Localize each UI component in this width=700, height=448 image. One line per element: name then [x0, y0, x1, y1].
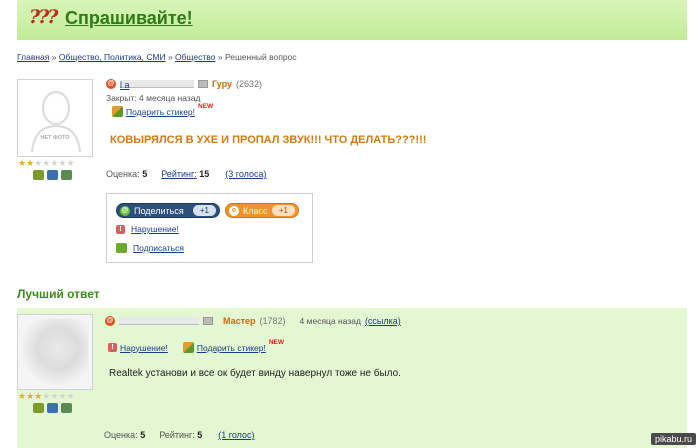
answer-author-rank: Мастер [223, 316, 256, 326]
breadcrumb-separator: » [167, 52, 173, 62]
star-icon: ★ [26, 391, 35, 401]
share-button-label: Поделиться [134, 205, 184, 216]
give-sticker-link[interactable]: Подарить стикер! [126, 107, 195, 117]
subscribe-icon [116, 243, 127, 253]
answer-time: 4 месяца назад [299, 316, 361, 326]
envelope-icon[interactable] [203, 317, 213, 325]
user-profile-icon[interactable] [33, 170, 44, 180]
star-icon: ★ [18, 158, 27, 168]
answer-author-name[interactable] [119, 317, 199, 325]
question-author-points: (2632) [236, 79, 263, 89]
video-icon[interactable] [61, 403, 72, 413]
answer-stats: Оценка: 5 Рейтинг: 5 (1 голос) [104, 430, 255, 440]
star-icon: ★ [66, 158, 75, 168]
photo-camera-icon[interactable] [47, 403, 58, 413]
video-icon[interactable] [61, 170, 72, 180]
breadcrumb-separator: » [51, 52, 57, 62]
question-marks-logo-icon[interactable]: ??? [29, 6, 58, 28]
question-author-row: @ l а Гуру (2632) [106, 79, 263, 90]
class-count: +1 [271, 205, 295, 216]
share-button[interactable]: @ Поделиться +1 [116, 203, 220, 218]
new-badge: NEW [268, 339, 285, 346]
answer-author-stars: ★★★★★★★ [18, 391, 75, 402]
answer-actions-row: ! Нарушение! Подарить стикер! NEW [108, 339, 285, 353]
mail-ru-icon: @ [120, 205, 130, 216]
star-icon: ★ [18, 391, 27, 401]
odnoklassniki-class-button[interactable]: o Класс +1 [225, 203, 299, 218]
subscribe-link[interactable]: Подписаться [133, 243, 184, 253]
share-count: +1 [192, 205, 216, 216]
star-icon: ★ [66, 391, 75, 401]
breadcrumb: Главная » Общество, Политика, СМИ » Обще… [17, 52, 297, 62]
report-row: ! Нарушение! [116, 224, 179, 234]
best-answer-heading: Лучший ответ [17, 287, 100, 301]
answer-author-avatar[interactable] [17, 314, 93, 390]
share-box: @ Поделиться +1 o Класс +1 ! Нарушение! … [106, 193, 313, 263]
answer-rating-label: Оценка: 5 [104, 430, 146, 440]
answer-score: Рейтинг: 5 [159, 430, 203, 440]
question-author-avatar[interactable]: НЕТ ФОТО [17, 79, 93, 157]
envelope-icon[interactable] [198, 80, 208, 88]
no-photo-caption: НЕТ ФОТО [40, 135, 70, 141]
question-author-name[interactable]: l а [120, 80, 194, 90]
mail-at-icon: @ [106, 79, 116, 89]
question-rating-label: Оценка: 5 [106, 169, 148, 179]
breadcrumb-current: Решенный вопрос [224, 52, 297, 62]
new-badge: NEW [198, 103, 214, 110]
answer-permalink[interactable]: (ссылка) [365, 316, 401, 326]
photo-camera-icon[interactable] [47, 170, 58, 180]
question-closed-time: Закрыт: 4 месяца назад [106, 93, 201, 103]
site-title-link[interactable]: Спрашивайте! [65, 8, 193, 29]
breadcrumb-home[interactable]: Главная [17, 52, 49, 62]
answer-author-points: (1782) [259, 316, 286, 326]
mail-at-icon: @ [105, 316, 115, 326]
question-stats: Оценка: 5 Рейтинг: 15 (3 голоса) [106, 169, 267, 179]
answer-report-link[interactable]: Нарушение! [120, 343, 168, 353]
warning-icon: ! [116, 224, 125, 234]
answer-votes-link[interactable]: (1 голос) [218, 430, 254, 440]
gift-icon [182, 342, 194, 353]
question-votes-link[interactable]: (3 голоса) [225, 169, 266, 179]
class-button-label: Класс [243, 205, 268, 216]
question-gift-row: Подарить стикер! NEW [112, 103, 214, 117]
blurred-photo [22, 319, 88, 385]
watermark: pikabu.ru [650, 433, 696, 445]
breadcrumb-separator: » [217, 52, 223, 62]
star-icon: ★ [26, 158, 35, 168]
answer-give-sticker-link[interactable]: Подарить стикер! [197, 343, 266, 353]
no-photo-silhouette-icon [31, 91, 81, 152]
site-header: ??? Спрашивайте! [17, 0, 687, 40]
user-profile-icon[interactable] [33, 403, 44, 413]
subscribe-row: Подписаться [116, 243, 184, 253]
breadcrumb-society-politics[interactable]: Общество, Политика, СМИ [59, 52, 166, 62]
question-author-icons [33, 170, 72, 180]
odnoklassniki-icon: o [229, 205, 239, 216]
answer-author-row: @ Мастер (1782) 4 месяца назад (ссылка) [105, 316, 401, 326]
question-author-stars: ★★★★★★★ [18, 158, 75, 169]
answer-text: Realtek установи и все ок будет винду на… [109, 368, 401, 379]
score-link[interactable]: Рейтинг: [161, 169, 197, 179]
breadcrumb-society[interactable]: Общество [175, 52, 215, 62]
report-violation-link[interactable]: Нарушение! [131, 224, 179, 234]
gift-icon [112, 106, 123, 117]
question-text: КОВЫРЯЛСЯ В УХЕ И ПРОПАЛ ЗВУК!!! ЧТО ДЕЛ… [110, 134, 427, 146]
answer-author-icons [33, 403, 72, 413]
question-score: Рейтинг: 15 [161, 169, 210, 179]
question-author-rank: Гуру [212, 79, 233, 89]
warning-icon: ! [108, 343, 117, 352]
